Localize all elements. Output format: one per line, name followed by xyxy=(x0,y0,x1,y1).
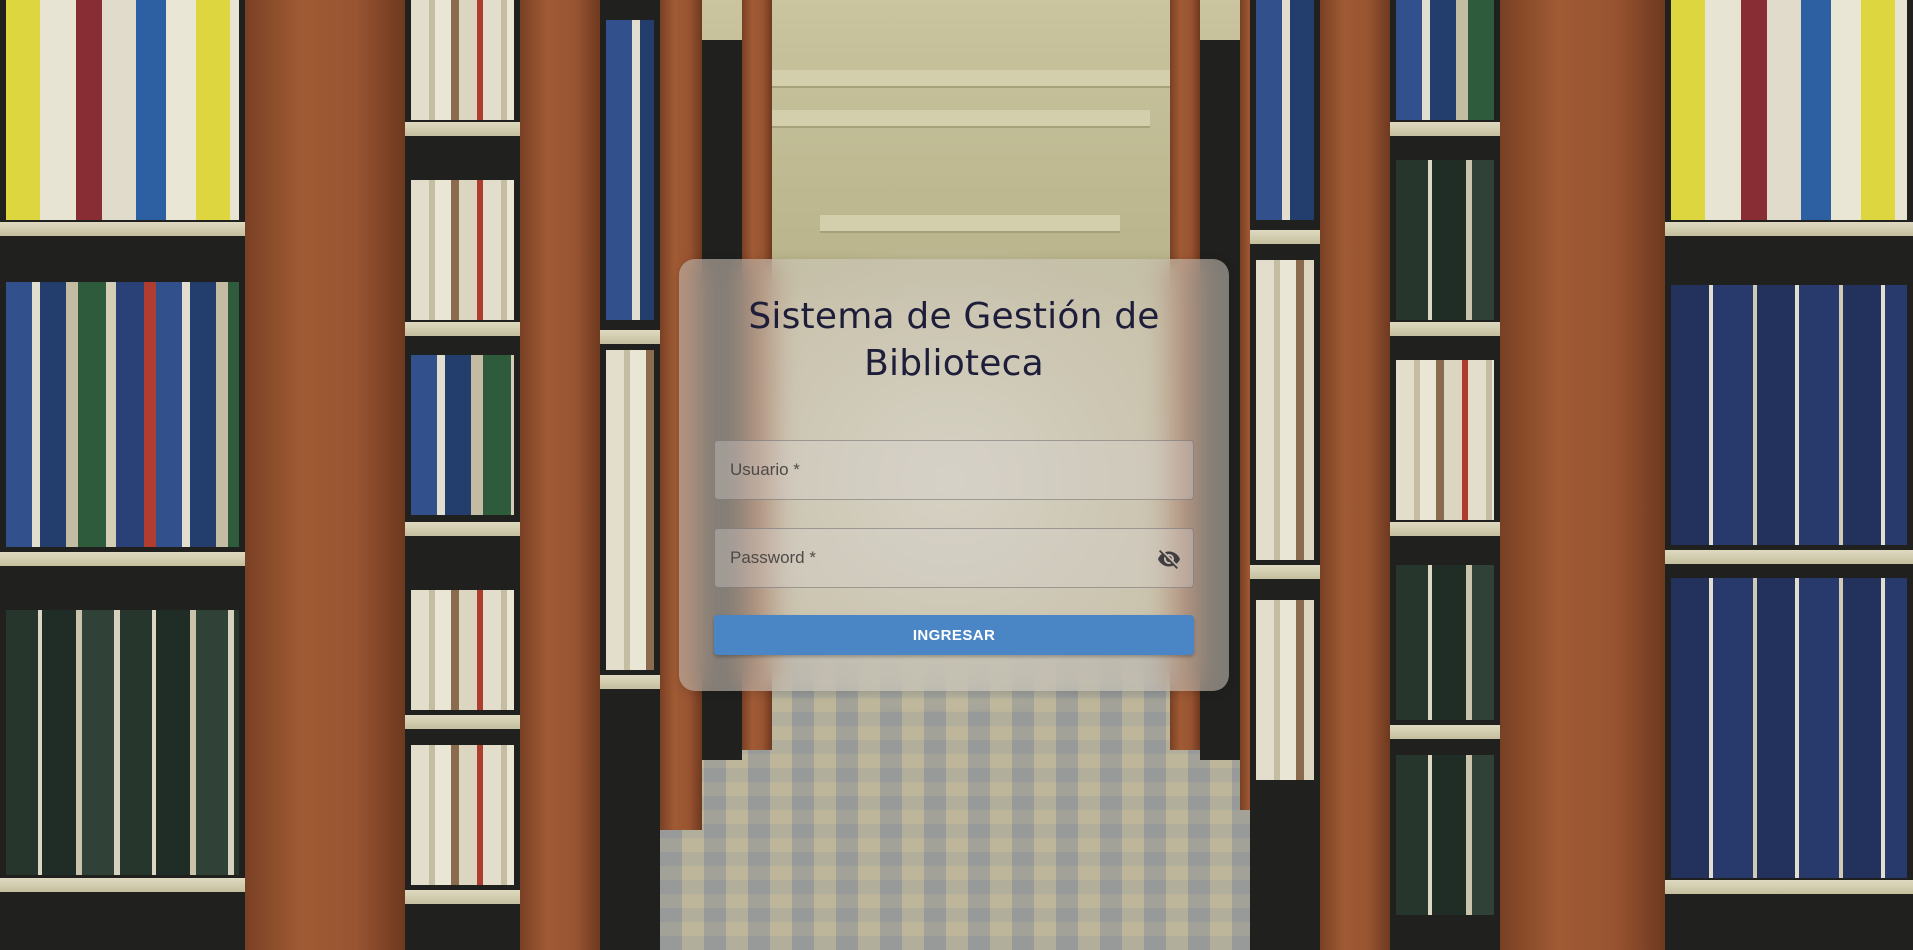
page-title: Sistema de Gestión de Biblioteca xyxy=(748,296,1160,384)
password-field[interactable]: Password * xyxy=(714,528,1194,588)
username-field[interactable]: Usuario * xyxy=(714,440,1194,500)
login-submit-button[interactable]: INGRESAR xyxy=(714,615,1194,655)
login-page: Sistema de Gestión de Biblioteca Usuario… xyxy=(0,0,1913,950)
login-card: Sistema de Gestión de Biblioteca Usuario… xyxy=(679,259,1229,691)
username-input[interactable] xyxy=(715,441,1193,499)
eye-off-icon[interactable] xyxy=(1155,545,1183,573)
password-input[interactable] xyxy=(715,529,1193,587)
